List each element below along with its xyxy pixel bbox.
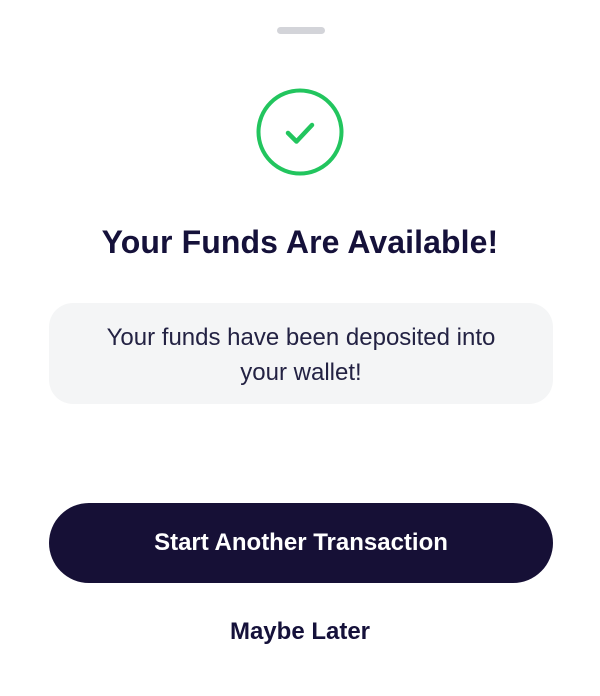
drag-handle[interactable] xyxy=(277,27,325,34)
maybe-later-link[interactable]: Maybe Later xyxy=(0,614,600,650)
message-box: Your funds have been deposited into your… xyxy=(49,303,553,404)
page-title: Your Funds Are Available! xyxy=(101,224,499,260)
funds-available-sheet: Your Funds Are Available! Your funds hav… xyxy=(0,0,600,696)
start-another-transaction-button[interactable]: Start Another Transaction xyxy=(49,503,553,583)
check-circle-icon xyxy=(256,88,344,176)
message-text: Your funds have been deposited into your… xyxy=(106,324,496,386)
